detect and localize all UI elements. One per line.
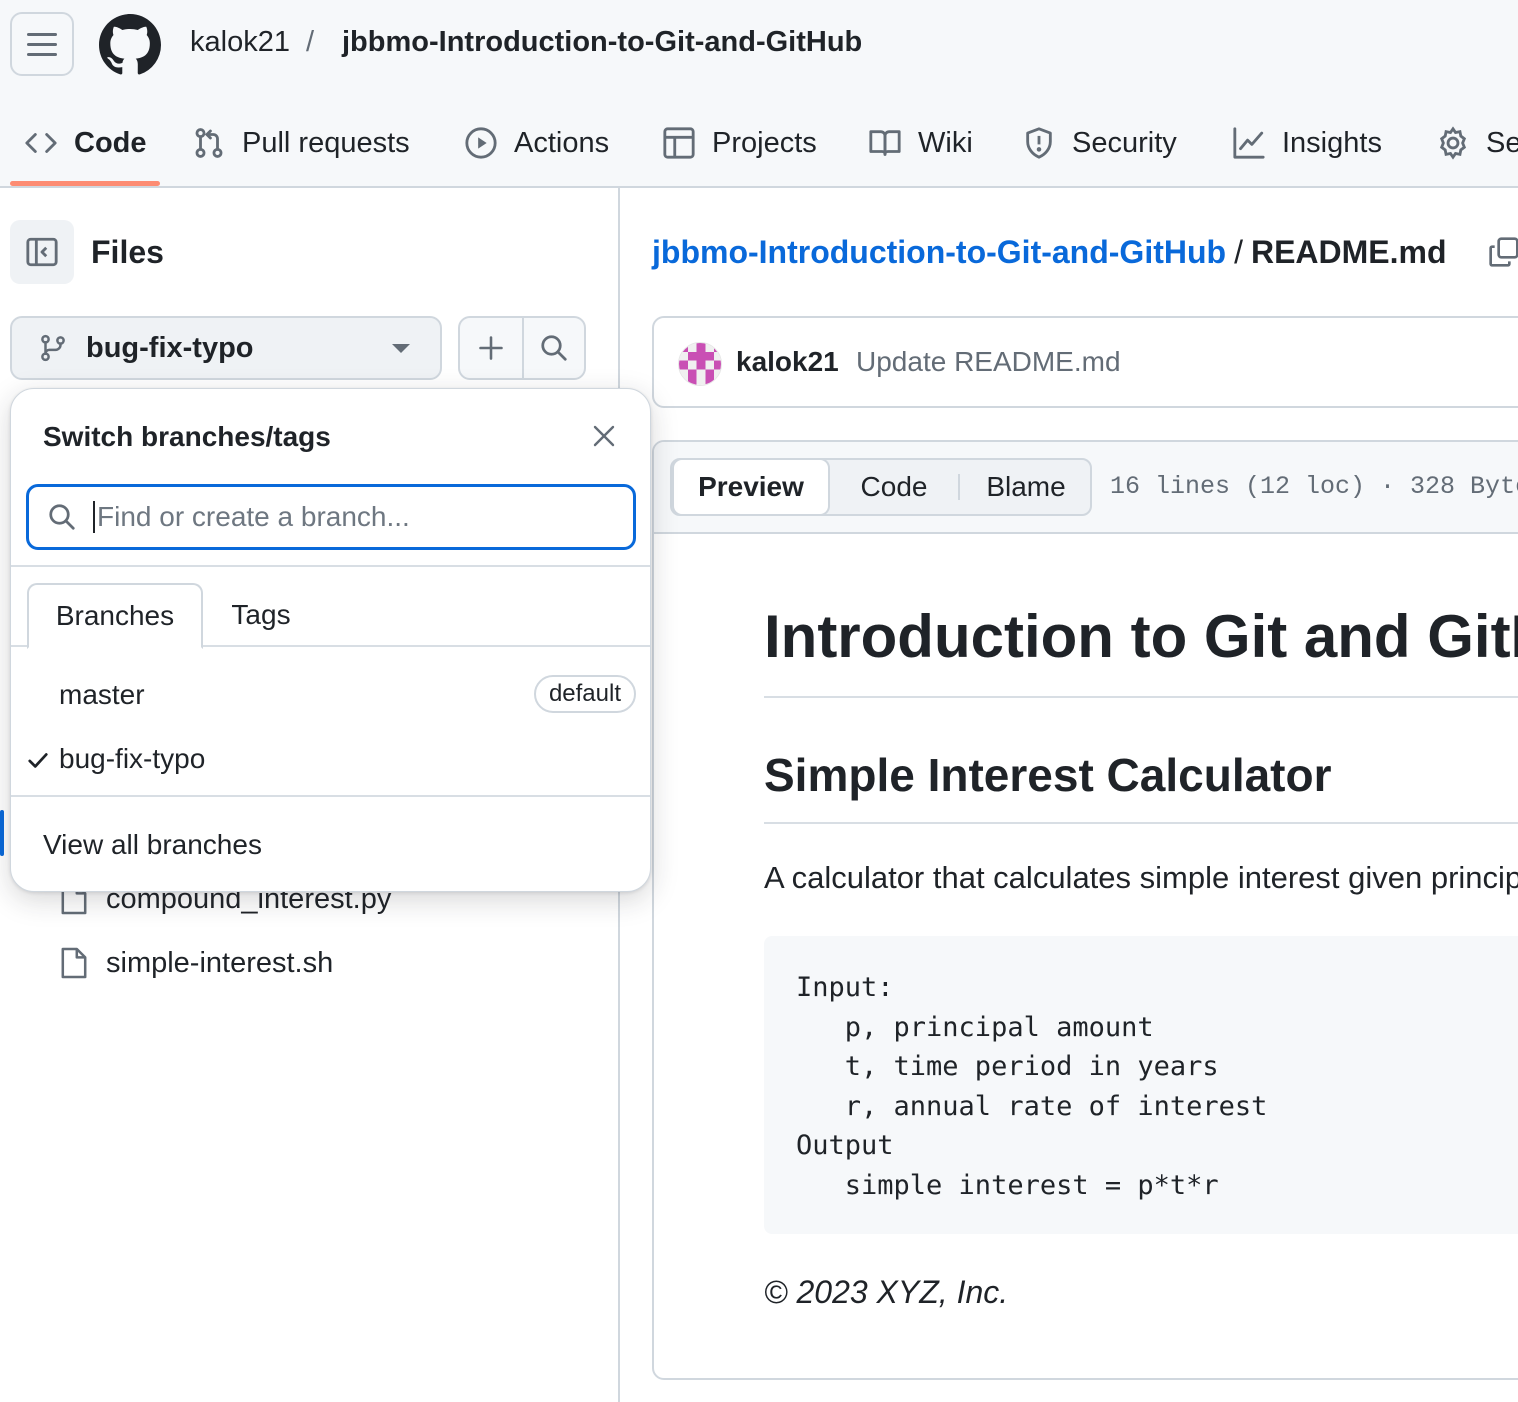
readme-copyright: © 2023 XYZ, Inc.: [764, 1274, 1009, 1310]
close-icon: [593, 425, 615, 447]
breadcrumb-separator: /: [1234, 234, 1243, 270]
plus-icon: [479, 336, 503, 360]
hamburger-line: [27, 52, 57, 56]
tab-label: Projects: [712, 126, 817, 159]
active-tab-underline: [10, 181, 160, 186]
file-header: Preview Code Blame 16 lines (12 loc) · 3…: [654, 442, 1518, 534]
github-logo-icon[interactable]: [99, 14, 161, 76]
current-branch-name: bug-fix-typo: [86, 331, 254, 364]
tab-label: Security: [1072, 126, 1177, 159]
branch-name: bug-fix-typo: [59, 743, 206, 774]
close-dropdown-button[interactable]: [589, 421, 619, 451]
commit-author[interactable]: kalok21: [736, 346, 839, 378]
add-file-button[interactable]: [460, 318, 522, 378]
menu-button[interactable]: [10, 12, 74, 76]
preview-button[interactable]: Preview: [672, 458, 830, 516]
sidebar-collapse-icon: [26, 237, 58, 267]
branch-item-bug-fix-typo[interactable]: bug-fix-typo: [11, 727, 650, 791]
tab-tags[interactable]: Tags: [203, 583, 319, 647]
file-breadcrumb: jbbmo-Introduction-to-Git-and-GitHub / REA…: [652, 234, 1447, 271]
shield-icon: [1022, 126, 1056, 160]
tab-insights[interactable]: Insights: [1232, 110, 1382, 176]
branch-icon: [41, 334, 65, 362]
tab-actions[interactable]: Actions: [464, 110, 609, 176]
tab-projects[interactable]: Projects: [662, 110, 817, 176]
tab-wiki[interactable]: Wiki: [868, 110, 973, 176]
readme-heading-2: Simple Interest Calculator: [764, 749, 1332, 801]
chevron-down-icon: [392, 344, 410, 353]
default-badge: default: [533, 675, 636, 713]
hamburger-line: [27, 32, 57, 36]
branch-search-field[interactable]: [26, 484, 636, 550]
code-view-button[interactable]: Code: [830, 460, 958, 514]
play-icon: [464, 126, 498, 160]
graph-icon: [1232, 126, 1266, 160]
breadcrumb-separator: /: [306, 26, 315, 58]
repo-header: kalok21 / jbbmo-Introduction-to-Git-and-…: [0, 0, 1518, 188]
tab-code[interactable]: Code: [24, 110, 147, 176]
tab-label: Insights: [1282, 126, 1382, 159]
hamburger-line: [27, 42, 57, 46]
file-actions-group: [458, 316, 586, 380]
gear-icon: [1436, 126, 1470, 160]
heading-rule: [764, 696, 1518, 698]
files-heading: Files: [91, 234, 164, 270]
tab-label: Pull requests: [242, 126, 410, 159]
repo-name-link[interactable]: jbbmo-Introduction-to-Git-and-GitHub: [342, 26, 862, 59]
tab-label: Actions: [514, 126, 610, 159]
repo-nav-tabs: Code Pull requests Actions Projects Wiki: [0, 110, 1518, 188]
branch-tag-tabs: Branches Tags: [11, 583, 650, 649]
view-all-branches-link[interactable]: View all branches: [43, 829, 262, 861]
heading-rule: [764, 822, 1518, 824]
latest-commit-bar: kalok21 Update README.md: [652, 316, 1518, 408]
tab-security[interactable]: Security: [1022, 110, 1177, 176]
file-stats: 16 lines (12 loc) · 328 Bytes: [1110, 472, 1518, 501]
blame-button[interactable]: Blame: [960, 460, 1092, 514]
divider: [11, 795, 650, 797]
search-files-button[interactable]: [521, 318, 584, 378]
collapse-sidebar-button[interactable]: [10, 220, 74, 284]
breadcrumb-repo-link[interactable]: jbbmo-Introduction-to-Git-and-GitHub: [652, 234, 1226, 270]
tab-settings[interactable]: Se: [1436, 110, 1518, 176]
copy-path-icon[interactable]: [1488, 236, 1518, 268]
check-icon: [28, 753, 48, 768]
tab-pull-requests[interactable]: Pull requests: [192, 110, 410, 176]
search-icon: [49, 504, 75, 530]
pull-request-icon: [192, 126, 226, 160]
repo-owner-link[interactable]: kalok21: [190, 26, 290, 59]
readme-code-block: Input: p, principal amount t, time perio…: [764, 936, 1518, 1234]
breadcrumb-file-name: README.md: [1250, 234, 1447, 270]
code-icon: [24, 126, 58, 160]
text-cursor: [93, 501, 95, 533]
tab-label: Code: [74, 126, 147, 159]
branch-selector-button[interactable]: bug-fix-typo: [10, 316, 442, 380]
view-mode-toggle: Preview Code Blame: [670, 458, 1092, 516]
file-icon: [61, 947, 87, 979]
branch-item-master[interactable]: master default: [11, 663, 650, 727]
switch-branches-dropdown: Switch branches/tags Branches Tags maste…: [10, 388, 651, 892]
branch-search-input[interactable]: [97, 501, 597, 533]
dropdown-title: Switch branches/tags: [43, 421, 331, 452]
divider: [11, 565, 650, 567]
table-icon: [662, 126, 696, 160]
active-file-marker: [0, 810, 4, 856]
branch-name: master: [59, 679, 145, 710]
tab-label: Wiki: [918, 126, 973, 159]
file-view: jbbmo-Introduction-to-Git-and-GitHub / REA…: [622, 188, 1518, 1402]
readme-paragraph: A calculator that calculates simple inte…: [764, 860, 1518, 895]
search-icon: [541, 335, 567, 361]
readme-file-box: Preview Code Blame 16 lines (12 loc) · 3…: [652, 440, 1518, 1380]
tab-branches[interactable]: Branches: [27, 583, 203, 649]
file-name: simple-interest.sh: [106, 946, 334, 979]
tab-label: Se: [1486, 126, 1518, 159]
commit-message[interactable]: Update README.md: [856, 346, 1121, 378]
readme-heading-1: Introduction to Git and GitHub: [764, 603, 1518, 670]
file-tree-item[interactable]: simple-interest.sh: [60, 946, 333, 980]
book-icon: [868, 126, 902, 160]
avatar[interactable]: [678, 342, 722, 386]
